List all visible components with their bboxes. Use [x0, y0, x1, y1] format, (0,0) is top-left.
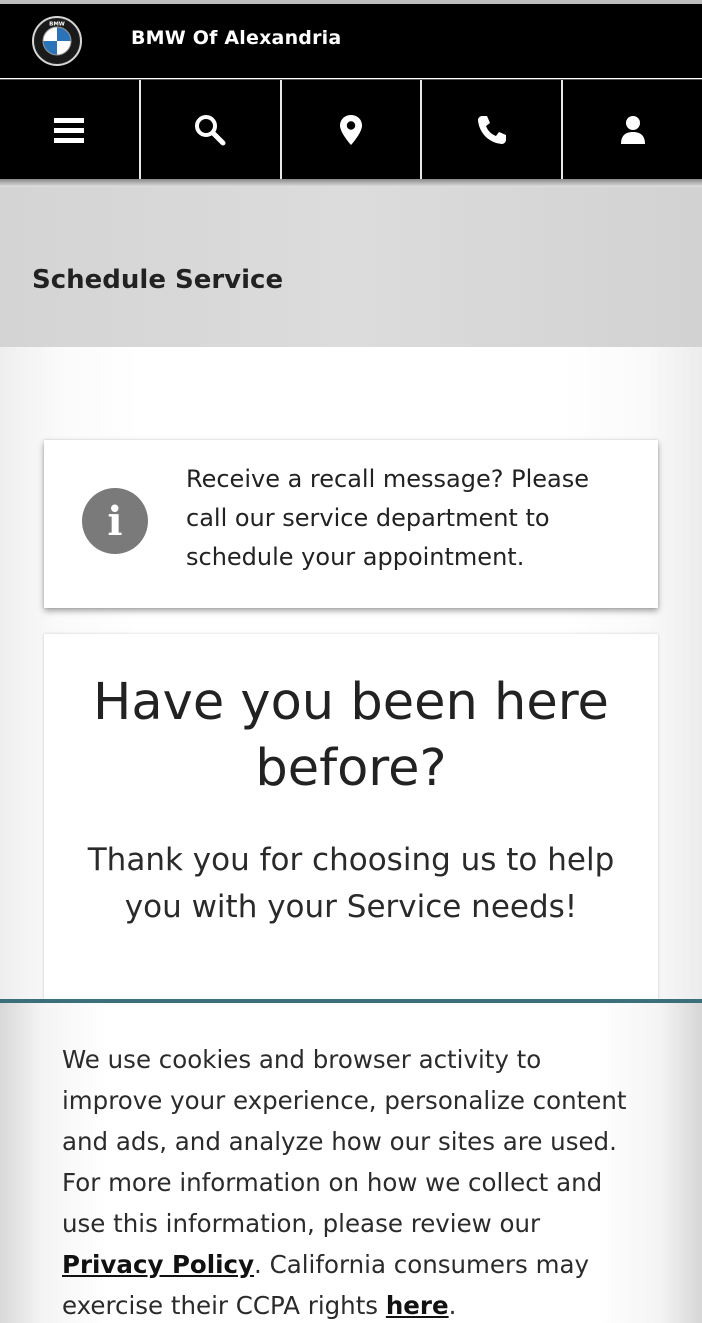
privacy-policy-link[interactable]: Privacy Policy: [62, 1250, 254, 1279]
visit-subtext: Thank you for choosing us to help you wi…: [87, 842, 615, 925]
user-icon: [620, 115, 645, 144]
cookie-message: We use cookies and browser activity to i…: [62, 1039, 642, 1323]
visit-heading: Have you been here before?: [93, 673, 609, 798]
brand-bar: BMW BMW Of Alexandria: [0, 0, 702, 78]
cookie-banner: We use cookies and browser activity to i…: [0, 999, 702, 1323]
dealer-name[interactable]: BMW Of Alexandria: [131, 27, 341, 49]
page-title: Schedule Service: [32, 265, 284, 295]
account-button[interactable]: [563, 80, 702, 179]
hamburger-icon: [54, 117, 85, 143]
title-band: Schedule Service: [0, 187, 702, 347]
logo-letters: BMW: [49, 22, 65, 28]
map-pin-icon: [339, 114, 362, 145]
returning-visitor-card: Have you been here before? Thank you for…: [44, 634, 658, 1034]
info-icon: i: [82, 488, 148, 554]
search-icon: [195, 114, 226, 145]
location-button[interactable]: [282, 80, 423, 179]
bmw-logo[interactable]: BMW: [32, 16, 82, 66]
search-button[interactable]: [141, 80, 282, 179]
nav-shadow: [0, 179, 702, 187]
menu-button[interactable]: [0, 80, 141, 179]
bmw-roundel-icon: BMW: [35, 19, 79, 63]
recall-notice-card: i Receive a recall message? Please call …: [44, 440, 658, 608]
nav-bar: [0, 79, 702, 179]
phone-icon: [477, 115, 506, 144]
phone-button[interactable]: [422, 80, 564, 179]
cookie-text-before: We use cookies and browser activity to i…: [62, 1045, 627, 1238]
cookie-text-after: .: [448, 1291, 457, 1320]
page: BMW BMW Of Alexandria Schedule Service i…: [0, 0, 702, 1323]
recall-message: Receive a recall message? Please call ou…: [186, 465, 590, 571]
ccpa-rights-link[interactable]: here: [386, 1291, 449, 1320]
